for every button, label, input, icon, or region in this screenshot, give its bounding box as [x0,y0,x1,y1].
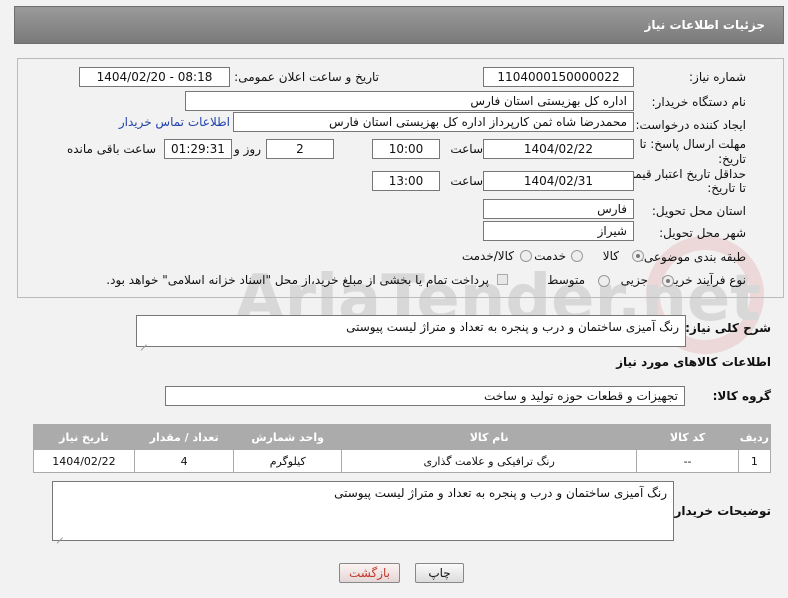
resize-handle-icon[interactable] [55,530,63,538]
table-row: 1 -- رنگ ترافیکی و علامت گذاری کیلوگرم 4… [33,449,772,473]
need-number-field[interactable]: 1104000150000022 [483,67,634,87]
validity-label-2: تا تاریخ: [707,181,746,195]
deadline-label-2: تاریخ: [718,152,746,166]
deadline-date-field[interactable]: 1404/02/22 [483,139,634,159]
process-option-medium: متوسط [547,273,585,287]
cell-code: -- [636,449,739,473]
cell-row: 1 [737,449,772,473]
validity-date-field[interactable]: 1404/02/31 [483,171,634,191]
back-button[interactable]: بازگشت [339,563,400,583]
validity-time-field[interactable]: 13:00 [372,171,440,191]
process-radio-medium[interactable] [598,275,610,287]
payment-checkbox[interactable] [497,274,508,285]
cell-qty: 4 [133,449,235,473]
buyer-org-label: نام دستگاه خریدار: [651,95,747,109]
cell-unit: کیلوگرم [233,449,342,473]
col-name: نام کالا [340,424,638,450]
deadline-time-field[interactable]: 10:00 [372,139,440,159]
category-label: طبقه بندی موضوعی: [639,250,746,264]
resize-handle-icon[interactable] [139,337,147,345]
city-field[interactable]: شیراز [483,221,634,241]
buyer-org-field[interactable]: اداره کل بهزیستی استان فارس [185,91,634,111]
deadline-time-label: ساعت [450,142,483,156]
col-unit: واحد شمارش [233,424,342,450]
process-radio-partial[interactable] [662,275,674,287]
cell-date: 1404/02/22 [33,449,135,473]
col-date: تاریخ نیاز [33,424,135,450]
col-qty: تعداد / مقدار [133,424,235,450]
buyer-notes-field[interactable]: رنگ آمیزی ساختمان و درب و پنجره به تعداد… [52,481,674,541]
payment-note: پرداخت تمام یا بخشی از مبلغ خرید،از محل … [106,273,489,287]
deadline-label-1: مهلت ارسال پاسخ: تا [639,137,746,151]
announce-label: تاریخ و ساعت اعلان عمومی: [234,70,379,84]
goods-group-field[interactable]: تجهیزات و قطعات حوزه تولید و ساخت [165,386,685,406]
description-label: شرح کلی نیاز: [685,321,771,335]
category-option-service: خدمت [534,249,566,263]
category-option-goods-service: کالا/خدمت [461,249,514,263]
days-label: روز و [234,142,261,156]
print-button[interactable]: چاپ [415,563,464,583]
process-option-partial: جزیی [620,273,648,287]
remaining-label: ساعت باقی مانده [66,142,156,156]
category-option-goods: کالا [602,249,619,263]
goods-table: ردیف کد کالا نام کالا واحد شمارش تعداد /… [33,424,772,473]
validity-time-label: ساعت [450,174,483,188]
goods-group-label: گروه کالا: [712,389,771,403]
city-label: شهر محل تحویل: [659,226,746,240]
validity-label-1: حداقل تاریخ اعتبار قیمت: [619,167,746,181]
days-field[interactable]: 2 [266,139,334,159]
col-row: ردیف [737,424,772,450]
goods-section-title: اطلاعات کالاهای مورد نیاز [616,355,771,369]
category-radio-goods[interactable] [632,250,644,262]
description-field[interactable]: رنگ آمیزی ساختمان و درب و پنجره به تعداد… [136,315,686,347]
cell-name: رنگ ترافیکی و علامت گذاری [340,449,638,473]
creator-label: ایجاد کننده درخواست: [635,118,746,132]
col-code: کد کالا [636,424,739,450]
creator-field[interactable]: محمدرضا شاه ثمن کارپرداز اداره کل بهزیست… [233,112,634,132]
announce-field[interactable]: 1404/02/20 - 08:18 [79,67,230,87]
header-bar: جزئیات اطلاعات نیاز [14,6,784,44]
province-label: استان محل تحویل: [651,204,746,218]
remaining-time-field[interactable]: 01:29:31 [164,139,232,159]
province-field[interactable]: فارس [483,199,634,219]
goods-table-header: ردیف کد کالا نام کالا واحد شمارش تعداد /… [33,424,772,450]
category-radio-goods-service[interactable] [520,250,532,262]
buyer-contact-link[interactable]: اطلاعات تماس خریدار [119,115,230,129]
page-title: جزئیات اطلاعات نیاز [644,18,765,32]
buyer-notes-label: توضیحات خریدار: [669,504,771,518]
need-number-label: شماره نیاز: [689,70,746,84]
category-radio-service[interactable] [571,250,583,262]
